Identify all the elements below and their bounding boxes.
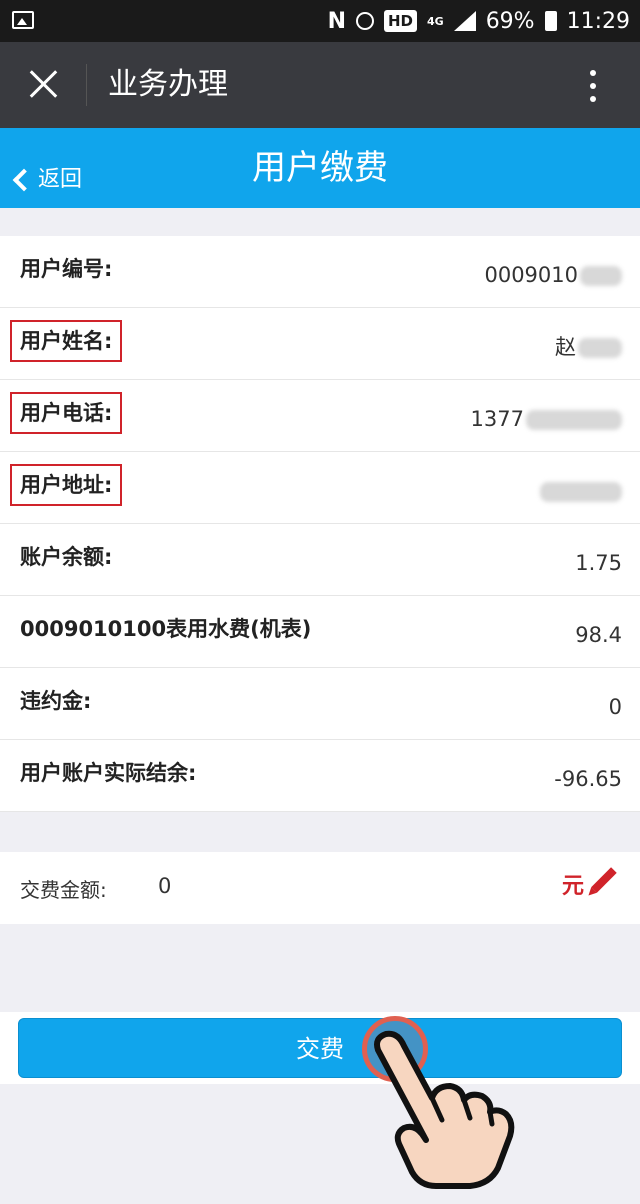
- detail-row-penalty: 违约金: 0: [0, 668, 640, 740]
- status-icons: N HD 4G 69% 11:29: [328, 0, 630, 42]
- pay-button[interactable]: 交费: [18, 1018, 622, 1078]
- page-header: 返回 用户缴费: [0, 128, 640, 208]
- detail-row-user-name: 用户姓名: 赵: [0, 308, 640, 380]
- signal-icon: [453, 11, 476, 31]
- detail-row-water-fee: 0009010100表用水费(机表) 98.4: [0, 596, 640, 668]
- clock: 11:29: [566, 8, 630, 34]
- detail-value: [538, 476, 622, 506]
- detail-row-account-number: 用户编号: 0009010: [0, 236, 640, 308]
- close-icon[interactable]: [28, 68, 60, 100]
- detail-row-user-address: 用户地址:: [0, 452, 640, 524]
- detail-label: 用户电话:: [10, 392, 123, 434]
- payment-amount-row: 交费金额: 0 元: [0, 852, 640, 924]
- pointing-hand-icon: [374, 1030, 515, 1189]
- detail-row-balance: 账户余额: 1.75: [0, 524, 640, 596]
- gallery-icon: [12, 11, 34, 29]
- detail-label: 用户账户实际结余:: [20, 761, 197, 785]
- status-bar: N HD 4G 69% 11:29: [0, 0, 640, 42]
- edit-icon[interactable]: [591, 867, 617, 893]
- redacted-mask: [540, 482, 622, 502]
- battery-icon: [544, 11, 557, 31]
- nfc-icon: N: [327, 8, 346, 34]
- alarm-icon: [355, 12, 374, 30]
- app-title-bar: 业务办理: [0, 42, 640, 128]
- currency-unit: 元: [561, 874, 584, 899]
- submit-area: 交费: [0, 1012, 640, 1084]
- redacted-mask: [526, 410, 622, 430]
- detail-value: 0009010: [484, 260, 622, 290]
- detail-label: 0009010100表用水费(机表): [20, 617, 312, 641]
- payment-amount-input[interactable]: 0: [158, 874, 171, 898]
- detail-label: 账户余额:: [20, 545, 113, 569]
- more-icon[interactable]: [590, 70, 596, 109]
- detail-value: 1.75: [575, 551, 622, 575]
- app-title: 业务办理: [108, 67, 228, 102]
- detail-value: -96.65: [554, 767, 622, 791]
- page-title: 用户缴费: [252, 148, 388, 188]
- detail-label: 用户姓名:: [10, 320, 123, 362]
- payment-amount-label: 交费金额:: [20, 878, 107, 902]
- detail-label: 违约金:: [20, 689, 92, 713]
- battery-percent: 69%: [485, 8, 535, 34]
- detail-value: 赵: [555, 332, 622, 362]
- detail-value: 98.4: [575, 623, 622, 647]
- detail-value: 0: [608, 695, 622, 719]
- redacted-mask: [578, 338, 622, 358]
- network-label: 4G: [427, 14, 444, 28]
- title-divider: [86, 64, 87, 106]
- account-details: 用户编号: 0009010 用户姓名: 赵 用户电话: 1377 用户地址: 账…: [0, 236, 640, 812]
- hd-badge: HD: [383, 10, 417, 32]
- detail-label: 用户编号:: [20, 257, 113, 281]
- redacted-mask: [580, 266, 622, 286]
- detail-value: 1377: [471, 404, 622, 434]
- detail-row-actual-balance: 用户账户实际结余: -96.65: [0, 740, 640, 812]
- detail-label: 用户地址:: [10, 464, 123, 506]
- detail-row-user-phone: 用户电话: 1377: [0, 380, 640, 452]
